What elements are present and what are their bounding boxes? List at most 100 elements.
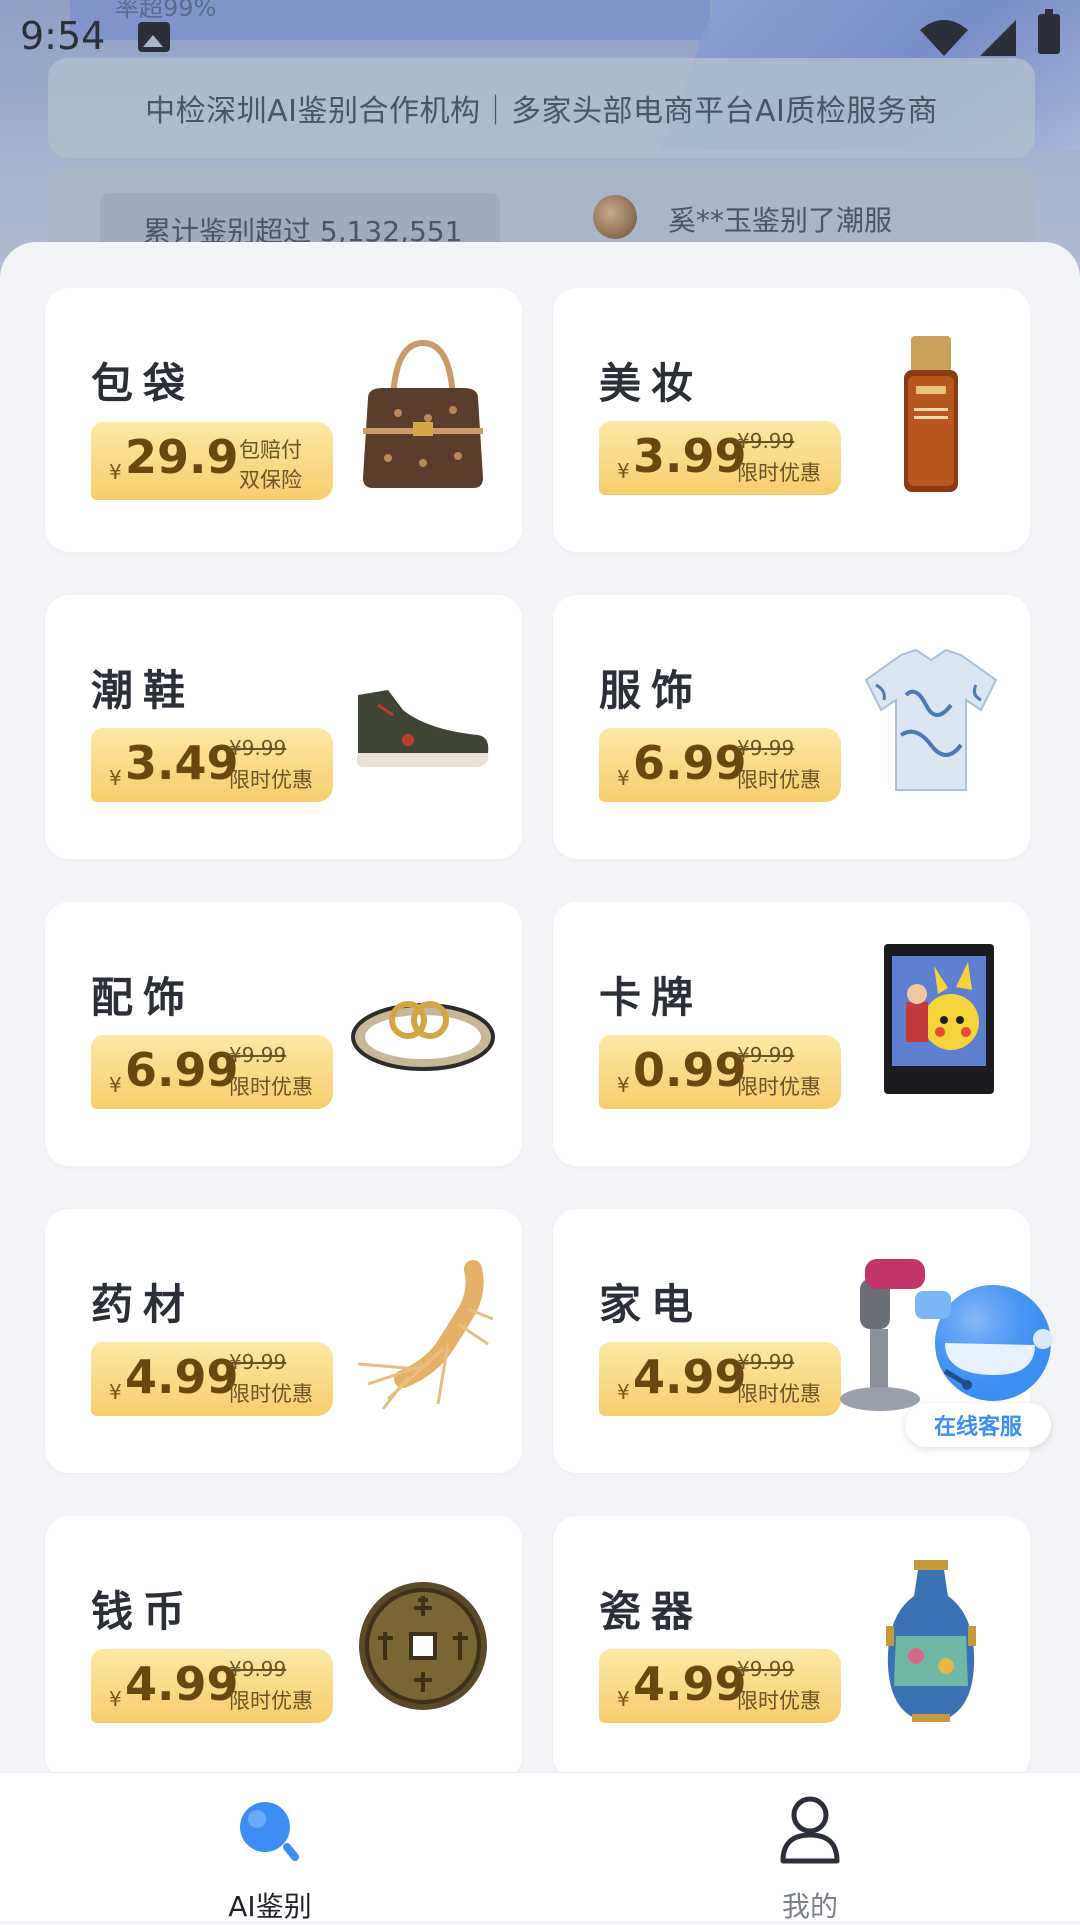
currency-symbol: ¥ (617, 1380, 630, 1404)
status-time: 9:54 (20, 14, 106, 58)
price-tag: ¥ 6.99 ¥9.99 限时优惠 (599, 728, 841, 802)
insurance-badge-line1: 包赔付 (239, 438, 302, 462)
currency-symbol: ¥ (617, 1687, 630, 1711)
price-tag: ¥ 3.49 ¥9.99 限时优惠 (91, 728, 333, 802)
price: 6.99 (125, 1043, 239, 1097)
currency-symbol: ¥ (109, 460, 122, 484)
sneaker-image (356, 690, 489, 767)
price-tag: ¥ 0.99 ¥9.99 限时优惠 (599, 1035, 841, 1109)
original-price: ¥9.99 (229, 1043, 287, 1067)
gallery-icon (138, 22, 170, 52)
original-price: ¥9.99 (229, 1657, 287, 1681)
profile-icon (780, 1796, 840, 1864)
currency-symbol: ¥ (617, 1073, 630, 1097)
promo-label: 限时优惠 (229, 768, 313, 792)
price: 4.99 (633, 1657, 747, 1711)
price-tag: ¥ 4.99 ¥9.99 限时优惠 (599, 1649, 841, 1723)
certification-notice-text: 中检深圳AI鉴别合作机构｜多家头部电商平台AI质检服务商 (145, 94, 938, 129)
category-title: 美妆 (599, 359, 704, 408)
shirt-image (864, 648, 998, 791)
nav-item-profile[interactable]: 我的 (540, 1773, 1080, 1923)
belt-image (351, 1001, 495, 1071)
certification-notice: 中检深圳AI鉴别合作机构｜多家头部电商平台AI质检服务商 (48, 58, 1035, 158)
currency-symbol: ¥ (617, 766, 630, 790)
online-support-label: 在线客服 (905, 1403, 1051, 1447)
price: 4.99 (633, 1350, 747, 1404)
battery-icon (1038, 9, 1060, 54)
promo-label: 限时优惠 (737, 1689, 821, 1713)
handbag-image (363, 339, 483, 488)
porcelain-vase-image (886, 1560, 976, 1722)
online-support-button[interactable]: 在线客服 (905, 1263, 1055, 1458)
original-price: ¥9.99 (737, 429, 795, 453)
promo-label: 限时优惠 (229, 1689, 313, 1713)
search-icon (240, 1802, 299, 1861)
price-tag: ¥ 4.99 ¥9.99 限时优惠 (91, 1342, 333, 1416)
promo-label: 限时优惠 (229, 1075, 313, 1099)
price-tag: ¥ 4.99 ¥9.99 限时优惠 (599, 1342, 841, 1416)
status-bar: 9:54 (0, 0, 1080, 72)
category-sheet: 包袋 ¥ 29.9 包赔付 双保险 美妆 ¥ 3.99 ¥9.99 限时优惠 潮… (0, 242, 1080, 1772)
category-card-trading-cards[interactable]: 卡牌 ¥ 0.99 ¥9.99 限时优惠 (553, 902, 1030, 1166)
currency-symbol: ¥ (109, 1073, 122, 1097)
price: 3.99 (633, 429, 747, 483)
category-title: 配饰 (91, 973, 196, 1022)
category-card-herbs[interactable]: 药材 ¥ 4.99 ¥9.99 限时优惠 (45, 1209, 522, 1473)
promo-label: 限时优惠 (737, 768, 821, 792)
nav-label-ai-identify: AI鉴别 (228, 1890, 312, 1923)
support-mascot-icon (915, 1285, 1053, 1401)
price: 4.99 (125, 1657, 239, 1711)
category-title: 包袋 (91, 359, 196, 408)
ancient-coin-image (359, 1582, 487, 1710)
price-tag: ¥ 6.99 ¥9.99 限时优惠 (91, 1035, 333, 1109)
promo-label: 限时优惠 (737, 461, 821, 485)
insurance-badge-line2: 双保险 (239, 468, 302, 492)
original-price: ¥9.99 (737, 736, 795, 760)
avatar (593, 195, 637, 239)
price: 4.99 (125, 1350, 239, 1404)
original-price: ¥9.99 (229, 736, 287, 760)
currency-symbol: ¥ (109, 1380, 122, 1404)
category-title: 钱币 (91, 1587, 196, 1636)
currency-symbol: ¥ (617, 459, 630, 483)
original-price: ¥9.99 (737, 1657, 795, 1681)
category-card-bags[interactable]: 包袋 ¥ 29.9 包赔付 双保险 (45, 288, 522, 552)
original-price: ¥9.99 (229, 1350, 287, 1374)
nav-label-profile: 我的 (781, 1890, 838, 1923)
category-card-porcelain[interactable]: 瓷器 ¥ 4.99 ¥9.99 限时优惠 (553, 1516, 1030, 1772)
category-card-cosmetics[interactable]: 美妆 ¥ 3.99 ¥9.99 限时优惠 (553, 288, 1030, 552)
category-card-sneakers[interactable]: 潮鞋 ¥ 3.49 ¥9.99 限时优惠 (45, 595, 522, 859)
promo-label: 限时优惠 (229, 1382, 313, 1406)
category-title: 药材 (91, 1280, 196, 1329)
price-tag: ¥ 4.99 ¥9.99 限时优惠 (91, 1649, 333, 1723)
wifi-icon (920, 20, 968, 56)
category-grid: 包袋 ¥ 29.9 包赔付 双保险 美妆 ¥ 3.99 ¥9.99 限时优惠 潮… (45, 288, 1030, 1772)
price-tag: ¥ 29.9 包赔付 双保险 (91, 422, 333, 500)
category-title: 潮鞋 (91, 666, 196, 715)
price: 29.9 (125, 430, 239, 484)
currency-symbol: ¥ (109, 1687, 122, 1711)
category-card-accessories[interactable]: 配饰 ¥ 6.99 ¥9.99 限时优惠 (45, 902, 522, 1166)
promo-label: 限时优惠 (737, 1075, 821, 1099)
serum-bottle-image (904, 336, 958, 492)
nav-item-ai-identify[interactable]: AI鉴别 (0, 1773, 540, 1923)
ginseng-image (357, 1260, 494, 1410)
promo-label: 限时优惠 (737, 1382, 821, 1406)
category-card-apparel[interactable]: 服饰 ¥ 6.99 ¥9.99 限时优惠 (553, 595, 1030, 859)
price-tag: ¥ 3.99 ¥9.99 限时优惠 (599, 421, 841, 495)
price: 6.99 (633, 736, 747, 790)
original-price: ¥9.99 (737, 1350, 795, 1374)
category-title: 服饰 (599, 666, 704, 715)
bottom-nav: AI鉴别 我的 (0, 1772, 1080, 1923)
category-title: 家电 (599, 1280, 704, 1329)
recent-user-text: 奚**玉鉴别了潮服 (668, 204, 893, 237)
category-title: 瓷器 (599, 1587, 704, 1636)
price: 0.99 (633, 1043, 747, 1097)
original-price: ¥9.99 (737, 1043, 795, 1067)
trading-card-image (884, 944, 994, 1094)
price: 3.49 (125, 736, 239, 790)
currency-symbol: ¥ (109, 766, 122, 790)
signal-icon (980, 20, 1016, 56)
category-title: 卡牌 (599, 973, 704, 1022)
category-card-coins[interactable]: 钱币 ¥ 4.99 ¥9.99 限时优惠 (45, 1516, 522, 1772)
